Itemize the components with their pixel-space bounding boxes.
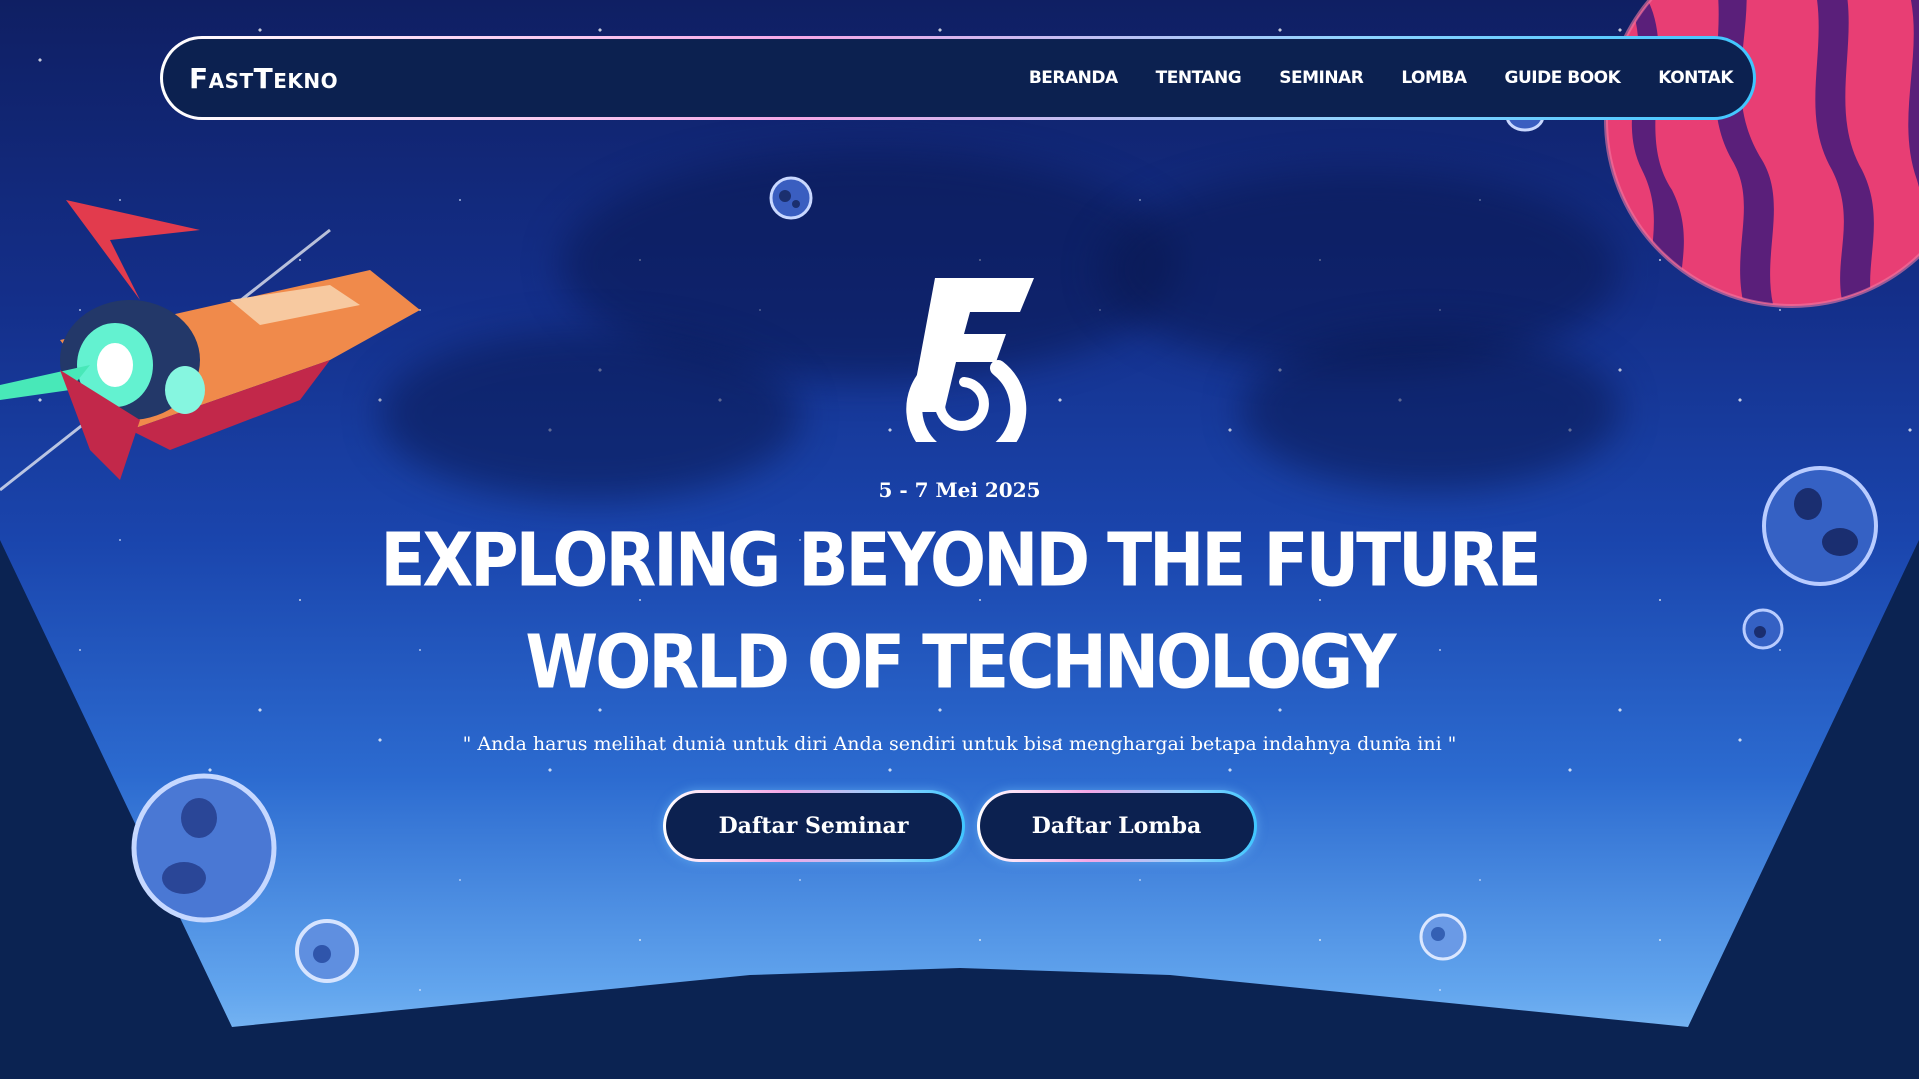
hero-title-line-2: WORLD OF TECHNOLOGY xyxy=(525,619,1396,706)
fasttekno-logo-icon xyxy=(906,278,1034,442)
daftar-seminar-button[interactable]: Daftar Seminar xyxy=(663,790,965,862)
daftar-lomba-button[interactable]: Daftar Lomba xyxy=(977,790,1257,862)
hero-section: 5 - 7 Mei 2025 EXPLORING BEYOND THE FUTU… xyxy=(0,0,1919,1079)
page: FastTekno BERANDA TENTANG SEMINAR LOMBA … xyxy=(0,0,1919,1079)
cta-buttons: Daftar Seminar Daftar Lomba xyxy=(0,790,1919,862)
hero-title-line-1: EXPLORING BEYOND THE FUTURE xyxy=(380,517,1541,604)
event-date: 5 - 7 Mei 2025 xyxy=(878,478,1041,502)
hero-quote: " Anda harus melihat dunia untuk diri An… xyxy=(462,733,1457,755)
